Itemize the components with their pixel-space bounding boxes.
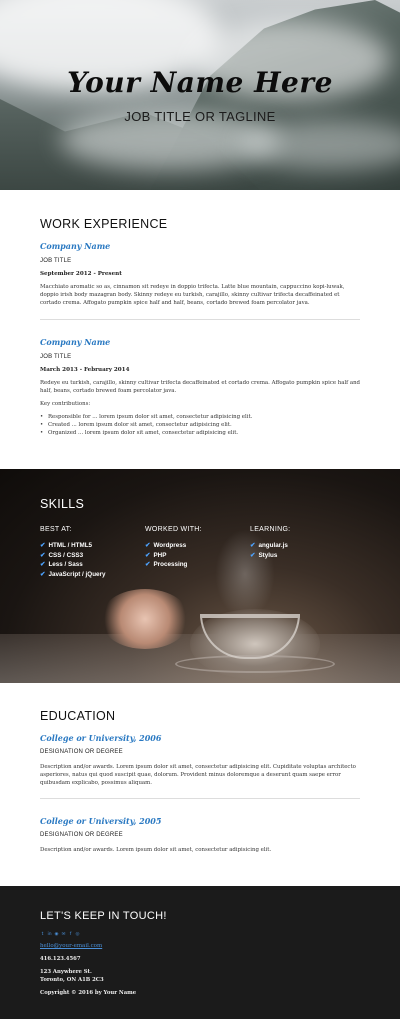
skills-column-worked: WORKED WITH: ✔ Wordpress ✔ PHP ✔ Processing: [145, 526, 245, 570]
list-item: Created ... lorem ipsum dolor sit amet, …: [48, 421, 252, 429]
job-title: JOB TITLE: [40, 258, 72, 264]
job-description: Redeye eu turkish, carajillo, skinny cul…: [40, 380, 361, 394]
divider: [40, 798, 360, 799]
column-heading: LEARNING:: [250, 526, 291, 533]
degree: DESIGNATION OR DEGREE: [40, 832, 123, 838]
job-dates: September 2012 - Present: [40, 271, 122, 277]
contact-footer: LET'S KEEP IN TOUCH! t in ◉ ✉ f ◎ hello@…: [0, 886, 400, 1019]
flower-shape: [100, 589, 190, 649]
email-icon[interactable]: ✉: [61, 932, 66, 938]
list-item: Responsible for ... lorem ipsum dolor si…: [48, 413, 252, 421]
contributions-label: Key contributions:: [40, 401, 91, 407]
column-heading: WORKED WITH:: [145, 526, 202, 533]
column-heading: BEST AT:: [40, 526, 72, 533]
check-icon: ✔: [40, 561, 46, 568]
list-item: Organized ... lorem ipsum dolor sit amet…: [48, 429, 252, 437]
contributions-list: Responsible for ... lorem ipsum dolor si…: [48, 413, 252, 437]
address-line: Toronto, ON A1B 2C3: [40, 977, 104, 983]
school-name: College or University, 2006: [40, 733, 162, 743]
skill-item: ✔ JavaScript / jQuery: [40, 570, 106, 578]
company-name: Company Name: [40, 241, 111, 251]
hero-tagline: JOB TITLE OR TAGLINE: [124, 109, 276, 124]
check-icon: ✔: [145, 551, 151, 559]
education-description: Description and/or awards. Lorem ipsum d…: [40, 764, 356, 786]
check-icon: ✔: [40, 551, 46, 559]
skills-column-best: BEST AT: ✔ HTML / HTML5 ✔ CSS / CSS3 ✔ Less…: [40, 526, 140, 579]
skill-item: ✔ HTML / HTML5: [40, 542, 93, 549]
github-icon[interactable]: ◉: [54, 932, 59, 938]
skills-column-learning: LEARNING: ✔ angular.js ✔ Stylus: [250, 526, 350, 560]
social-links: t in ◉ ✉ f ◎: [40, 932, 80, 938]
divider: [40, 319, 360, 320]
hero-banner: Your Name Here JOB TITLE OR TAGLINE: [0, 0, 400, 190]
copyright-text: Copyright © 2016 by Your Name: [40, 990, 137, 996]
contact-heading: LET'S KEEP IN TOUCH!: [40, 910, 167, 922]
check-icon: ✔: [40, 570, 46, 578]
job-title: JOB TITLE: [40, 354, 72, 360]
job-dates: March 2013 - February 2014: [40, 367, 130, 373]
school-name: College or University, 2005: [40, 816, 162, 826]
check-icon: ✔: [250, 542, 256, 549]
skill-item: ✔ Processing: [145, 561, 188, 568]
job-description: Macchiato aromatic so as, cinnamon sit r…: [40, 284, 345, 306]
skills-section: SKILLS BEST AT: ✔ HTML / HTML5 ✔ CSS / CSS…: [0, 469, 400, 683]
twitter-icon[interactable]: t: [40, 932, 45, 938]
skill-item: ✔ angular.js: [250, 542, 288, 549]
education-heading: EDUCATION: [40, 709, 116, 723]
degree: DESIGNATION OR DEGREE: [40, 749, 123, 755]
work-experience-heading: WORK EXPERIENCE: [40, 217, 168, 231]
company-name: Company Name: [40, 337, 111, 347]
check-icon: ✔: [40, 542, 46, 549]
linkedin-icon[interactable]: in: [47, 932, 52, 938]
facebook-icon[interactable]: f: [68, 932, 73, 938]
address-line: 123 Anywhere St.: [40, 969, 92, 975]
education-description: Description and/or awards. Lorem ipsum d…: [40, 847, 272, 853]
skill-item: ✔ Wordpress: [145, 542, 187, 549]
check-icon: ✔: [145, 542, 151, 549]
skill-item: ✔ Stylus: [250, 551, 278, 559]
skills-heading: SKILLS: [40, 497, 85, 511]
phone-number: 416.123.4567: [40, 956, 81, 962]
skill-item: ✔ Less / Sass: [40, 561, 83, 568]
skill-item: ✔ PHP: [145, 551, 167, 559]
check-icon: ✔: [250, 551, 256, 559]
skill-item: ✔ CSS / CSS3: [40, 551, 84, 559]
hero-name: Your Name Here: [67, 66, 333, 99]
check-icon: ✔: [145, 561, 151, 568]
dribbble-icon[interactable]: ◎: [75, 932, 80, 938]
email-link[interactable]: hello@your-email.com: [40, 943, 102, 949]
